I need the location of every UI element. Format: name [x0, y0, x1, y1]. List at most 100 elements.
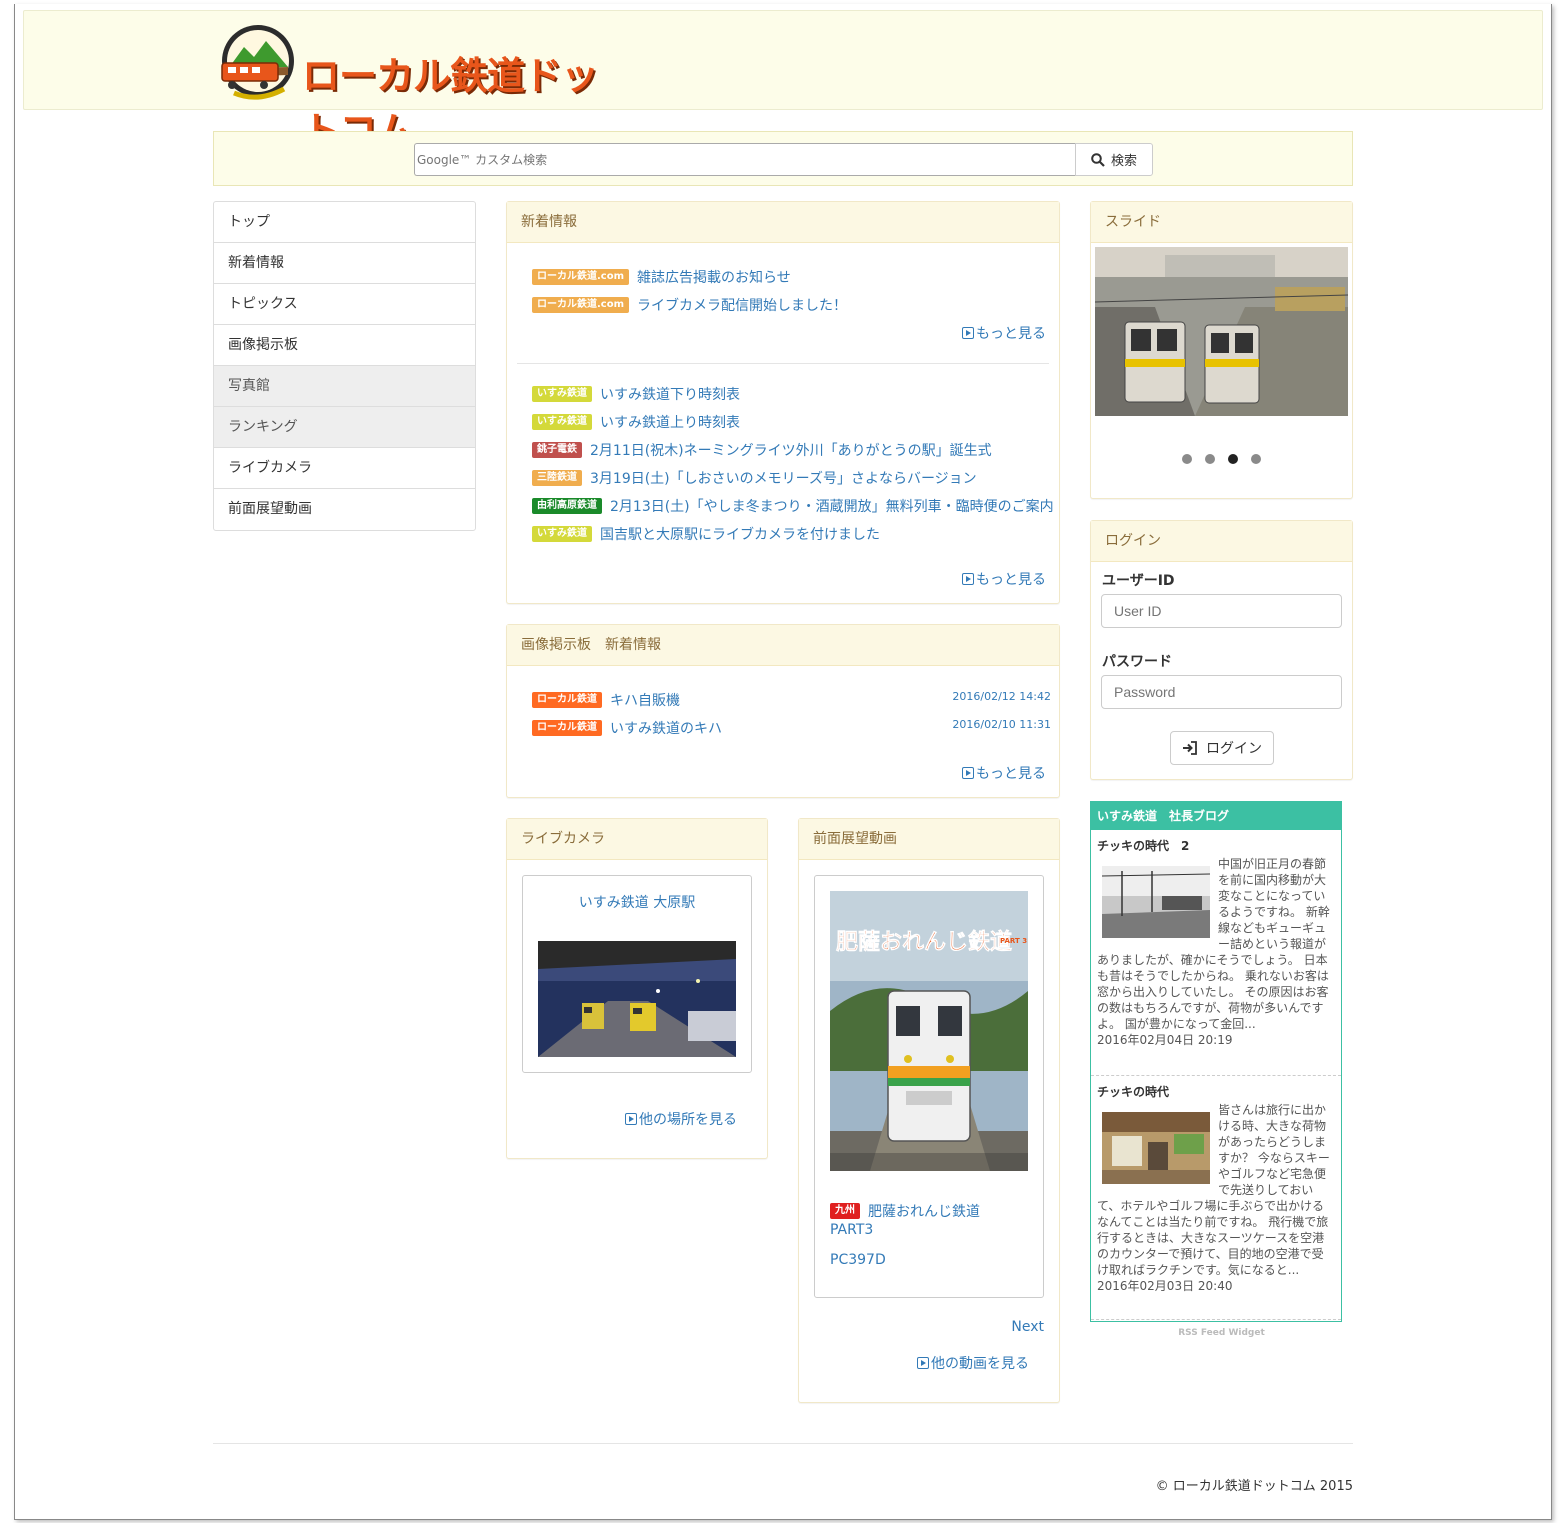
search-input[interactable] [414, 143, 1075, 176]
news-link[interactable]: 3月19日(土)「しおさいのメモリーズ号」さよならバージョン [590, 468, 977, 488]
slide-image[interactable] [1095, 247, 1348, 416]
login-panel-title: ログイン [1091, 521, 1352, 562]
news-divider [517, 363, 1049, 364]
live-camera-panel: ライブカメラ いすみ鉄道 大原駅 他の場所を見る [506, 818, 768, 1159]
slide-dot-1[interactable] [1182, 454, 1192, 464]
blog-entry: チッキの時代 皆さんは旅行に出かける時、大きな荷物があったらどうしますか？ 今な… [1097, 1084, 1335, 1294]
video-cover-image[interactable]: 肥薩おれんじ鉄道 PART 3 [830, 891, 1028, 1171]
slide-dot-4[interactable] [1251, 454, 1261, 464]
search-button[interactable]: 検索 [1075, 143, 1153, 176]
news-link[interactable]: いすみ鉄道上り時刻表 [600, 412, 740, 432]
news-tag: 由利高原鉄道 [532, 498, 602, 514]
video-code-link[interactable]: PC397D [830, 1252, 886, 1268]
nav-item-news[interactable]: 新着情報 [214, 243, 475, 284]
search-icon [1091, 152, 1105, 167]
board-more-link[interactable]: もっと見る [962, 763, 1046, 783]
rss-widget-label[interactable]: RSS Feed Widget [1090, 1328, 1353, 1338]
nav-item-live-camera[interactable]: ライブカメラ [214, 448, 475, 489]
play-icon [962, 767, 974, 779]
news-item: 銚子電鉄 2月11日(祝木)ネーミングライツ外川「ありがとうの駅」誕生式 [532, 440, 992, 460]
news-panel: 新着情報 ローカル鉄道.com 雑誌広告掲載のお知らせ ローカル鉄道.com ラ… [506, 201, 1060, 604]
site-logo[interactable]: ローカル鉄道ドットコム [214, 23, 614, 153]
play-icon [917, 1357, 929, 1369]
board-link[interactable]: キハ自販機 [610, 690, 680, 710]
news-link[interactable]: 国吉駅と大原駅にライブカメラを付けました [600, 524, 880, 544]
play-icon [962, 327, 974, 339]
play-icon [625, 1113, 637, 1125]
video-card[interactable]: 肥薩おれんじ鉄道 PART 3 九州 肥薩おれんじ鉄道 PART3 PC397D [814, 875, 1044, 1298]
footer-copyright: © ローカル鉄道ドットコム 2015 [1155, 1479, 1353, 1494]
nav-item-front-view-video[interactable]: 前面展望動画 [214, 489, 475, 530]
footer-divider [213, 1443, 1353, 1444]
blog-widget-title: いすみ鉄道 社長ブログ [1091, 802, 1341, 830]
slide-pagination [1182, 454, 1261, 464]
login-button[interactable]: ログイン [1170, 731, 1274, 765]
nav-item-ranking[interactable]: ランキング [214, 407, 475, 448]
slide-panel-title: スライド [1091, 202, 1352, 243]
logo-emblem-icon [221, 25, 294, 100]
news-more-link-1[interactable]: もっと見る [962, 323, 1046, 343]
news-item: 由利高原鉄道 2月13日(土)「やしま冬まつり・酒蔵開放」無料列車・臨時便のご案… [532, 496, 1054, 516]
blog-entry-date: 2016年02月03日 20:40 [1097, 1279, 1233, 1293]
news-tag: 銚子電鉄 [532, 442, 582, 458]
news-tag: いすみ鉄道 [532, 414, 592, 430]
video-cover-title: 肥薩おれんじ鉄道 [836, 929, 1012, 955]
video-title-row: 九州 肥薩おれんじ鉄道 [830, 1201, 980, 1221]
search-bar: 検索 [213, 131, 1353, 186]
board-tag: ローカル鉄道 [532, 720, 602, 736]
more-label: もっと見る [976, 766, 1046, 782]
image-board-panel-title: 画像掲示板 新着情報 [507, 625, 1059, 666]
user-id-input[interactable] [1101, 594, 1342, 628]
nav-item-photo-gallery[interactable]: 写真館 [214, 366, 475, 407]
password-label: パスワード [1102, 654, 1172, 670]
blog-entry-title[interactable]: チッキの時代 2 [1097, 839, 1189, 853]
live-camera-station-link[interactable]: いすみ鉄道 大原駅 [523, 892, 751, 912]
news-tag: ローカル鉄道.com [532, 297, 630, 313]
board-tag: ローカル鉄道 [532, 692, 602, 708]
board-date: 2016/02/10 11:31 [952, 718, 1051, 731]
front-view-video-panel: 前面展望動画 肥薩おれんじ鉄道 PART 3 九州 肥薩おれんじ鉄道 PART3… [798, 818, 1060, 1403]
video-more-link[interactable]: 他の動画を見る [917, 1353, 1029, 1373]
sidebar-nav: トップ 新着情報 トピックス 画像掲示板 写真館 ランキング ライブカメラ 前面… [213, 201, 476, 531]
blog-widget: いすみ鉄道 社長ブログ チッキの時代 2 中国が旧正月の春節を前に国内移動が大変… [1090, 801, 1342, 1322]
blog-divider [1091, 1075, 1341, 1076]
news-link[interactable]: 雑誌広告掲載のお知らせ [637, 267, 791, 287]
nav-item-top[interactable]: トップ [214, 202, 475, 243]
password-input[interactable] [1101, 675, 1342, 709]
more-label: 他の動画を見る [931, 1356, 1029, 1372]
live-camera-panel-title: ライブカメラ [507, 819, 767, 860]
news-panel-title: 新着情報 [507, 202, 1059, 243]
blog-entry-date: 2016年02月04日 20:19 [1097, 1033, 1233, 1047]
board-link[interactable]: いすみ鉄道のキハ [610, 718, 722, 738]
search-button-label: 検索 [1110, 153, 1137, 168]
blog-divider [1091, 1319, 1341, 1320]
video-part-link[interactable]: PART3 [830, 1222, 873, 1238]
blog-entry-image[interactable] [1102, 866, 1210, 938]
blog-entry-title[interactable]: チッキの時代 [1097, 1085, 1169, 1099]
news-link[interactable]: 2月11日(祝木)ネーミングライツ外川「ありがとうの駅」誕生式 [590, 440, 992, 460]
news-item: いすみ鉄道 いすみ鉄道上り時刻表 [532, 412, 740, 432]
front-view-video-panel-title: 前面展望動画 [799, 819, 1059, 860]
news-item: ローカル鉄道.com ライブカメラ配信開始しました！ [532, 295, 847, 315]
live-camera-more-link[interactable]: 他の場所を見る [625, 1109, 737, 1129]
live-camera-image[interactable] [538, 941, 736, 1057]
more-label: 他の場所を見る [639, 1112, 737, 1128]
nav-item-image-board[interactable]: 画像掲示板 [214, 325, 475, 366]
slide-dot-2[interactable] [1205, 454, 1215, 464]
video-cover-part: PART 3 [1000, 937, 1027, 945]
news-link[interactable]: いすみ鉄道下り時刻表 [600, 384, 740, 404]
news-item: 三陸鉄道 3月19日(土)「しおさいのメモリーズ号」さよならバージョン [532, 468, 977, 488]
live-camera-card[interactable]: いすみ鉄道 大原駅 [522, 875, 752, 1073]
nav-item-topics[interactable]: トピックス [214, 284, 475, 325]
blog-entry-image[interactable] [1102, 1112, 1210, 1184]
video-name-link[interactable]: 肥薩おれんじ鉄道 [868, 1201, 980, 1221]
slide-dot-3[interactable] [1228, 454, 1238, 464]
news-item: いすみ鉄道 国吉駅と大原駅にライブカメラを付けました [532, 524, 880, 544]
news-link[interactable]: ライブカメラ配信開始しました！ [637, 295, 847, 315]
image-board-panel: 画像掲示板 新着情報 ローカル鉄道 キハ自販機 2016/02/12 14:42… [506, 624, 1060, 798]
more-label: もっと見る [976, 326, 1046, 342]
news-more-link-2[interactable]: もっと見る [962, 569, 1046, 589]
news-link[interactable]: 2月13日(土)「やしま冬まつり・酒蔵開放」無料列車・臨時便のご案内 [610, 496, 1054, 516]
video-next-link[interactable]: Next [1011, 1319, 1044, 1335]
login-button-label: ログイン [1206, 740, 1262, 756]
